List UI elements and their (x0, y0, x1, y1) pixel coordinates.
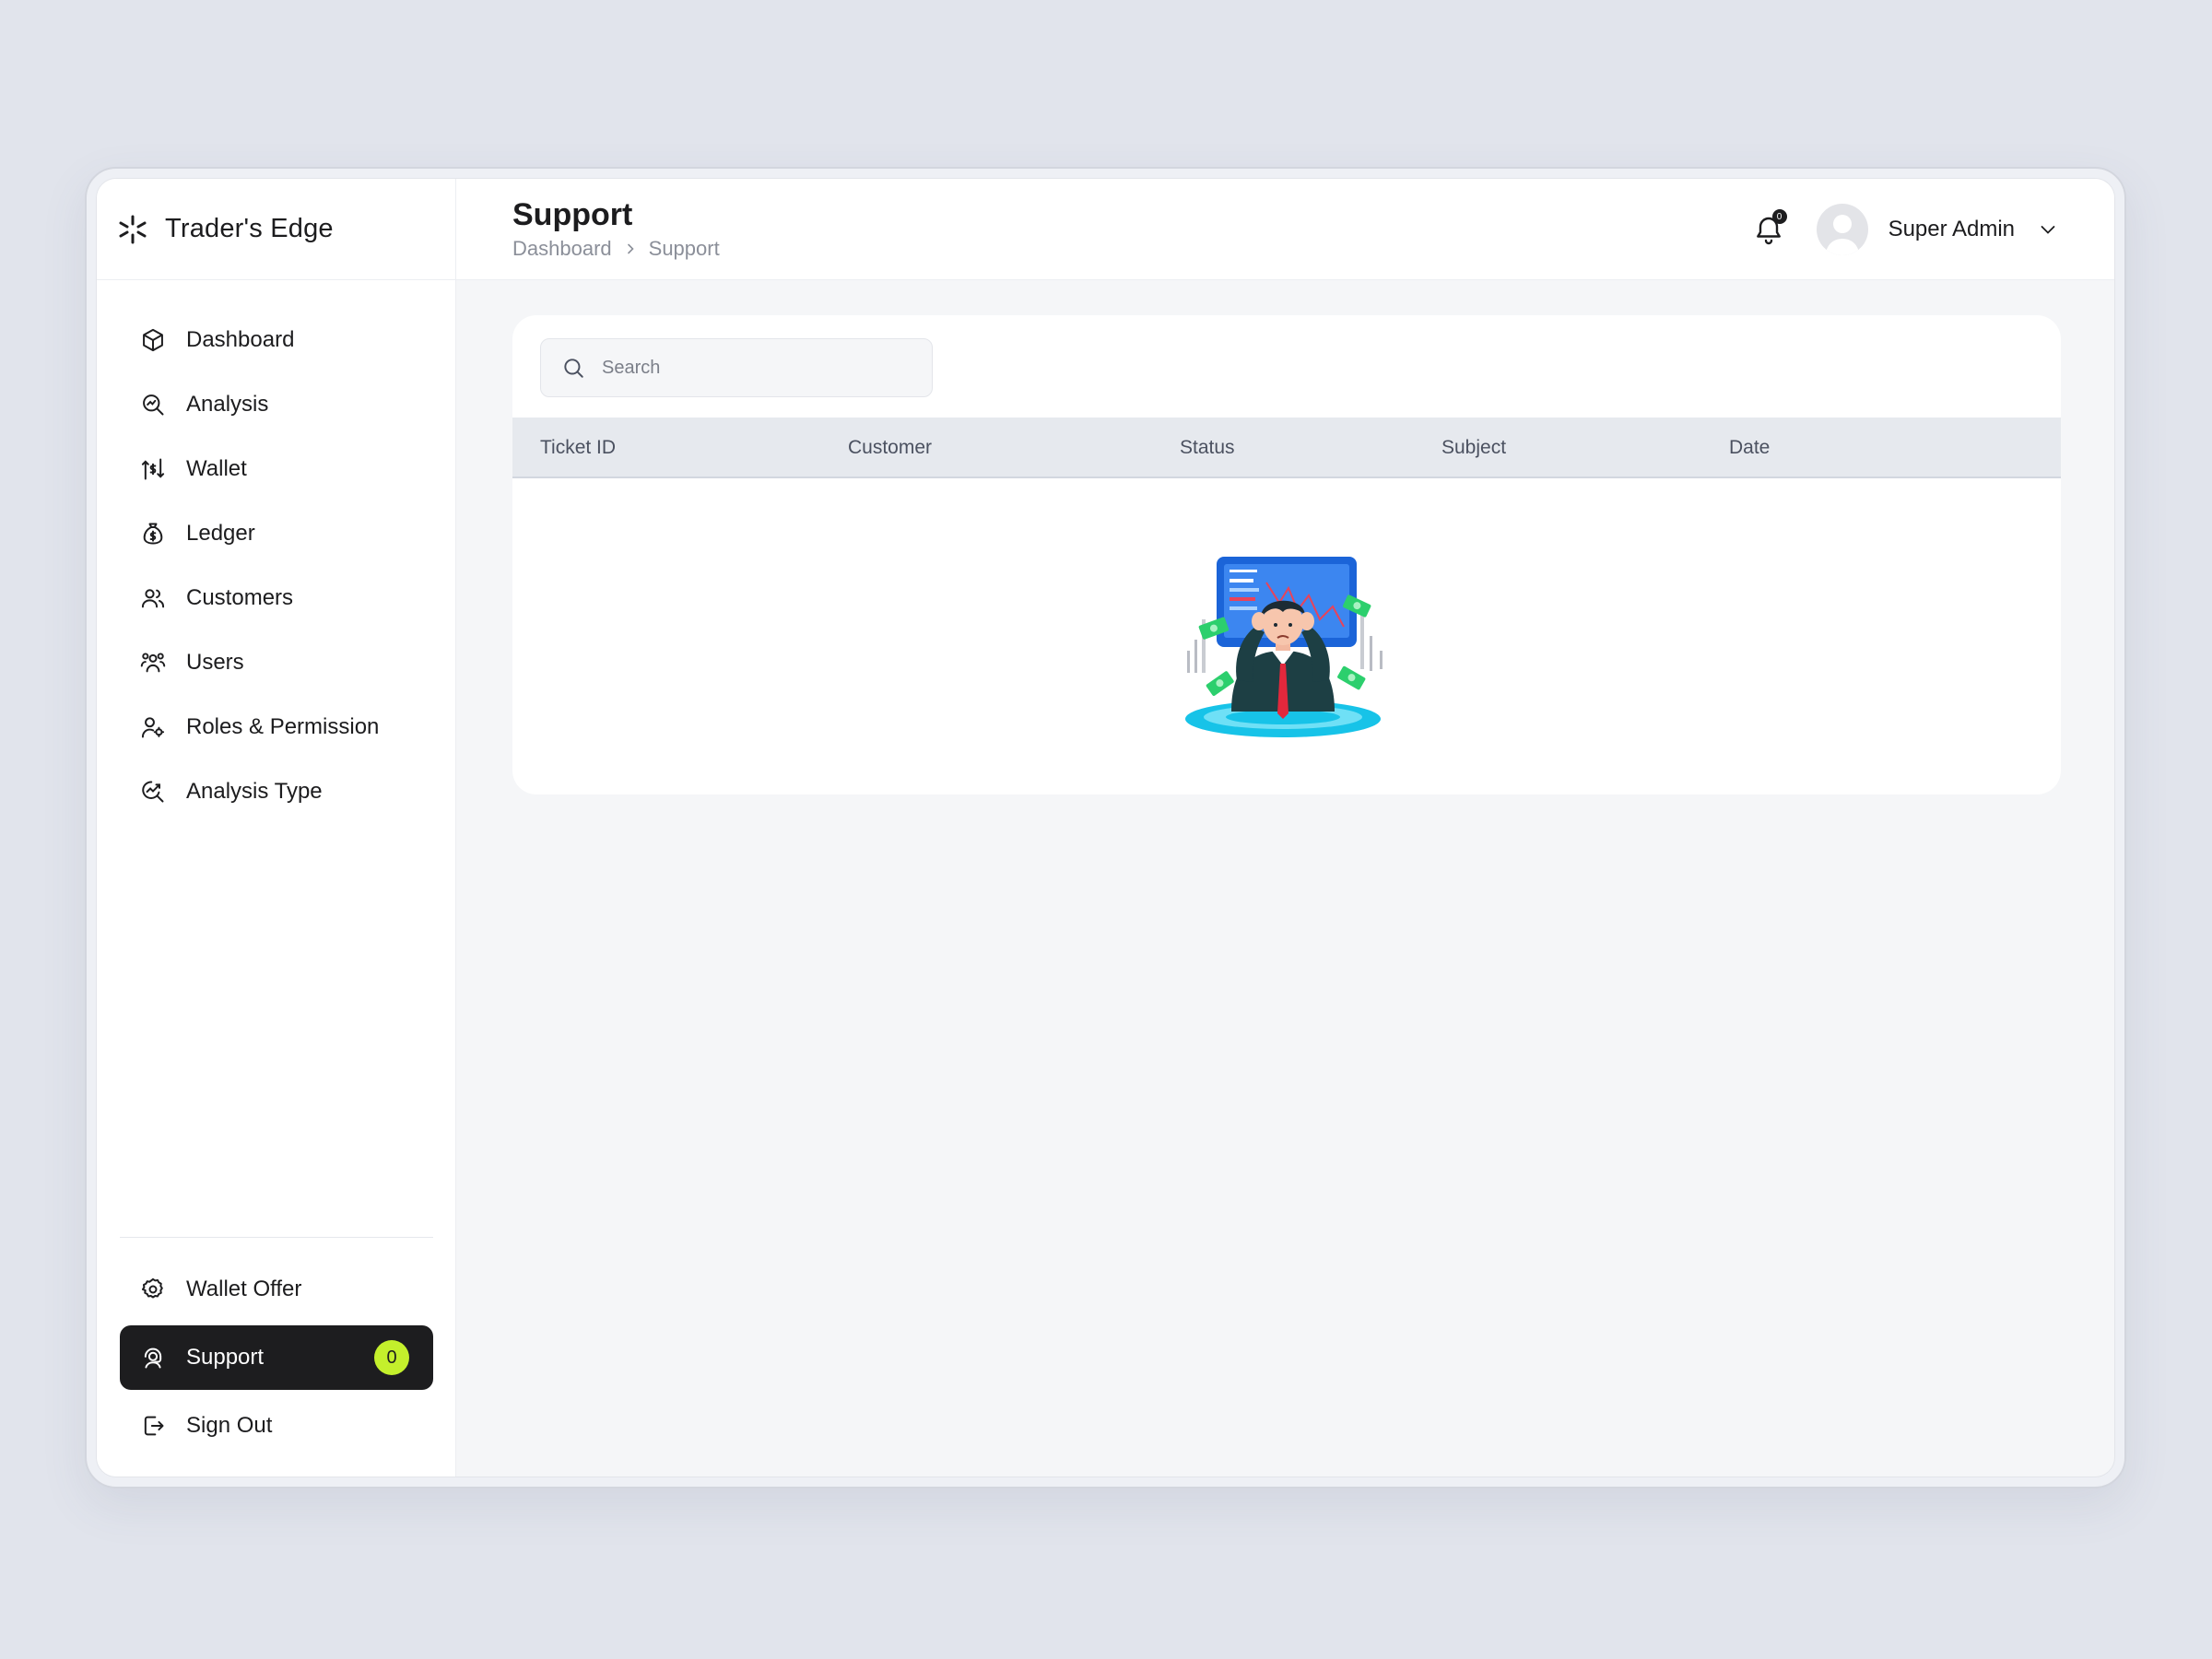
sidebar: Trader's Edge Dashboard Analysis Wallet (97, 179, 456, 1477)
avatar[interactable] (1816, 204, 1868, 255)
support-agent-icon (140, 1345, 166, 1371)
customers-icon (140, 585, 166, 611)
sidebar-item-label: Users (186, 650, 244, 675)
user-name[interactable]: Super Admin (1888, 217, 2015, 242)
search-input[interactable] (602, 357, 878, 379)
cube-icon (140, 327, 166, 353)
sidebar-item-dashboard[interactable]: Dashboard (120, 308, 433, 372)
sign-out-icon (140, 1413, 166, 1439)
sidebar-item-ledger[interactable]: Ledger (120, 501, 433, 566)
users-group-icon (140, 650, 166, 676)
wallet-transfer-icon (140, 456, 166, 482)
search-chart-icon (140, 779, 166, 805)
sidebar-item-label: Ledger (186, 521, 255, 546)
sidebar-item-label: Wallet Offer (186, 1277, 302, 1301)
breadcrumb: Dashboard Support (512, 237, 720, 261)
sidebar-item-analysis-type[interactable]: Analysis Type (120, 759, 433, 824)
breadcrumb-item-dashboard[interactable]: Dashboard (512, 237, 612, 261)
chevron-right-icon (623, 241, 638, 256)
sidebar-item-label: Customers (186, 585, 294, 610)
empty-state-illustration (1183, 555, 1390, 739)
brand[interactable]: Trader's Edge (97, 179, 456, 280)
money-bag-icon (140, 521, 166, 547)
sidebar-item-customers[interactable]: Customers (120, 566, 433, 630)
sidebar-item-label: Dashboard (186, 327, 295, 352)
sidebar-bottom-nav: Wallet Offer Support 0 Sign Out (120, 1257, 433, 1458)
app-window: Trader's Edge Dashboard Analysis Wallet (96, 178, 2115, 1477)
header-actions: 0 Super Admin (1752, 179, 2059, 280)
breadcrumb-item-current: Support (648, 237, 720, 260)
column-header-status[interactable]: Status (1180, 418, 1235, 478)
brand-name: Trader's Edge (165, 214, 334, 243)
search-box[interactable] (540, 338, 933, 397)
sidebar-item-label: Analysis Type (186, 779, 323, 804)
support-tickets-card: Ticket ID Customer Status Subject Date (512, 315, 2061, 794)
top-header: Support Dashboard Support 0 Super Admin (456, 179, 2114, 280)
support-count-badge: 0 (374, 1340, 409, 1375)
sidebar-item-analysis[interactable]: Analysis (120, 372, 433, 437)
sidebar-item-label: Support (186, 1345, 265, 1370)
page-title: Support (512, 197, 633, 232)
search-icon (561, 356, 585, 380)
column-header-date[interactable]: Date (1729, 418, 1770, 478)
sidebar-item-support[interactable]: Support 0 (120, 1325, 433, 1390)
sidebar-item-users[interactable]: Users (120, 630, 433, 695)
sidebar-divider (120, 1237, 433, 1238)
gear-icon (140, 1277, 166, 1302)
sidebar-nav: Dashboard Analysis Wallet Ledger Custome… (120, 308, 433, 824)
column-header-customer[interactable]: Customer (848, 418, 932, 478)
sidebar-item-label: Analysis (186, 392, 269, 417)
user-key-icon (140, 714, 166, 740)
sidebar-item-label: Roles & Permission (186, 714, 380, 739)
sidebar-item-roles-permission[interactable]: Roles & Permission (120, 695, 433, 759)
sidebar-item-label: Wallet (186, 456, 247, 481)
sparkle-logo-icon (117, 214, 148, 245)
sidebar-item-wallet-offer[interactable]: Wallet Offer (120, 1257, 433, 1322)
table-header: Ticket ID Customer Status Subject Date (512, 418, 2061, 478)
analysis-search-icon (140, 392, 166, 418)
sidebar-item-wallet[interactable]: Wallet (120, 437, 433, 501)
sidebar-item-label: Sign Out (186, 1413, 273, 1438)
sidebar-item-sign-out[interactable]: Sign Out (120, 1394, 433, 1458)
notification-count: 0 (1771, 209, 1787, 224)
column-header-subject[interactable]: Subject (1441, 418, 1506, 478)
chevron-down-icon[interactable] (2037, 218, 2059, 241)
column-header-ticket-id[interactable]: Ticket ID (540, 418, 616, 478)
notification-button[interactable]: 0 (1752, 209, 1787, 246)
